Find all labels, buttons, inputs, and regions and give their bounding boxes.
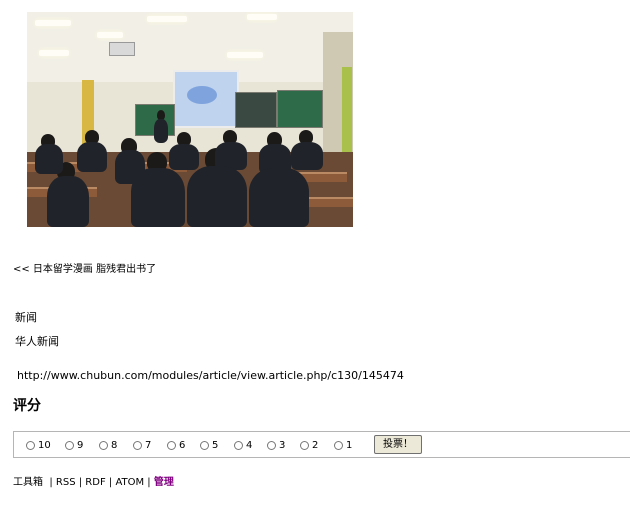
rating-option-10[interactable]: 10 [26, 436, 65, 454]
radio-icon[interactable] [200, 440, 209, 450]
radio-icon[interactable] [167, 440, 176, 450]
student [249, 168, 309, 227]
student [77, 142, 107, 172]
ceiling-light [35, 20, 71, 26]
radio-icon[interactable] [26, 440, 35, 450]
rating-form: 10 9 8 7 6 5 4 3 2 1 投票！ [13, 431, 630, 458]
radio-icon[interactable] [133, 440, 142, 450]
lecturer [154, 119, 168, 143]
previous-article-anchor[interactable]: << 日本留学漫画 脂残君出书了 [13, 264, 156, 275]
student [47, 176, 89, 227]
rating-option-label: 3 [279, 439, 286, 451]
chalkboard [235, 92, 277, 128]
atom-link[interactable]: ATOM [115, 477, 144, 488]
rating-option-6[interactable]: 6 [167, 436, 200, 454]
toolbox: 工具箱 | RSS | RDF | ATOM | 管理 [13, 477, 174, 488]
radio-icon[interactable] [300, 440, 309, 450]
rating-option-label: 7 [145, 439, 152, 451]
radio-icon[interactable] [334, 440, 343, 450]
rating-option-8[interactable]: 8 [99, 436, 133, 454]
rating-options: 10 9 8 7 6 5 4 3 2 1 [26, 436, 364, 454]
ceiling-light [247, 14, 277, 20]
rating-option-3[interactable]: 3 [267, 436, 300, 454]
rating-option-5[interactable]: 5 [200, 436, 234, 454]
rating-option-1[interactable]: 1 [334, 436, 364, 454]
ceiling-light [147, 16, 187, 22]
ceiling-light [227, 52, 263, 58]
student [131, 168, 185, 227]
rating-option-label: 10 [38, 439, 51, 451]
radio-icon[interactable] [234, 440, 243, 450]
student [291, 142, 323, 170]
classroom-photo [27, 12, 353, 227]
rating-option-2[interactable]: 2 [300, 436, 334, 454]
student [35, 144, 63, 174]
projector [109, 42, 135, 56]
chalkboard [277, 90, 323, 128]
radio-icon[interactable] [65, 440, 74, 450]
category-chinese-news[interactable]: 华人新闻 [15, 335, 59, 349]
rating-option-label: 1 [346, 439, 353, 451]
radio-icon[interactable] [267, 440, 276, 450]
rating-option-label: 4 [246, 439, 253, 451]
rss-link[interactable]: RSS [56, 477, 76, 488]
category-news[interactable]: 新闻 [15, 311, 37, 325]
rating-option-label: 5 [212, 439, 219, 451]
rating-option-label: 9 [77, 439, 84, 451]
rating-option-4[interactable]: 4 [234, 436, 267, 454]
student [187, 166, 247, 227]
rating-option-label: 6 [179, 439, 186, 451]
source-url: http://www.chubun.com/modules/article/vi… [17, 369, 404, 382]
rdf-link[interactable]: RDF [85, 477, 105, 488]
rating-option-9[interactable]: 9 [65, 436, 99, 454]
vote-submit-button[interactable]: 投票！ [374, 435, 422, 454]
radio-icon[interactable] [99, 440, 108, 450]
rating-option-label: 8 [111, 439, 118, 451]
rating-option-label: 2 [312, 439, 319, 451]
admin-link[interactable]: 管理 [154, 477, 174, 488]
toolbox-label: 工具箱 [13, 477, 43, 488]
rating-heading: 评分 [13, 398, 41, 414]
rating-option-7[interactable]: 7 [133, 436, 167, 454]
previous-article-link[interactable]: << 日本留学漫画 脂残君出书了 [13, 263, 156, 277]
student [169, 144, 199, 170]
projection-screen [173, 70, 239, 128]
ceiling-light [97, 32, 123, 38]
ceiling-light [39, 50, 69, 56]
